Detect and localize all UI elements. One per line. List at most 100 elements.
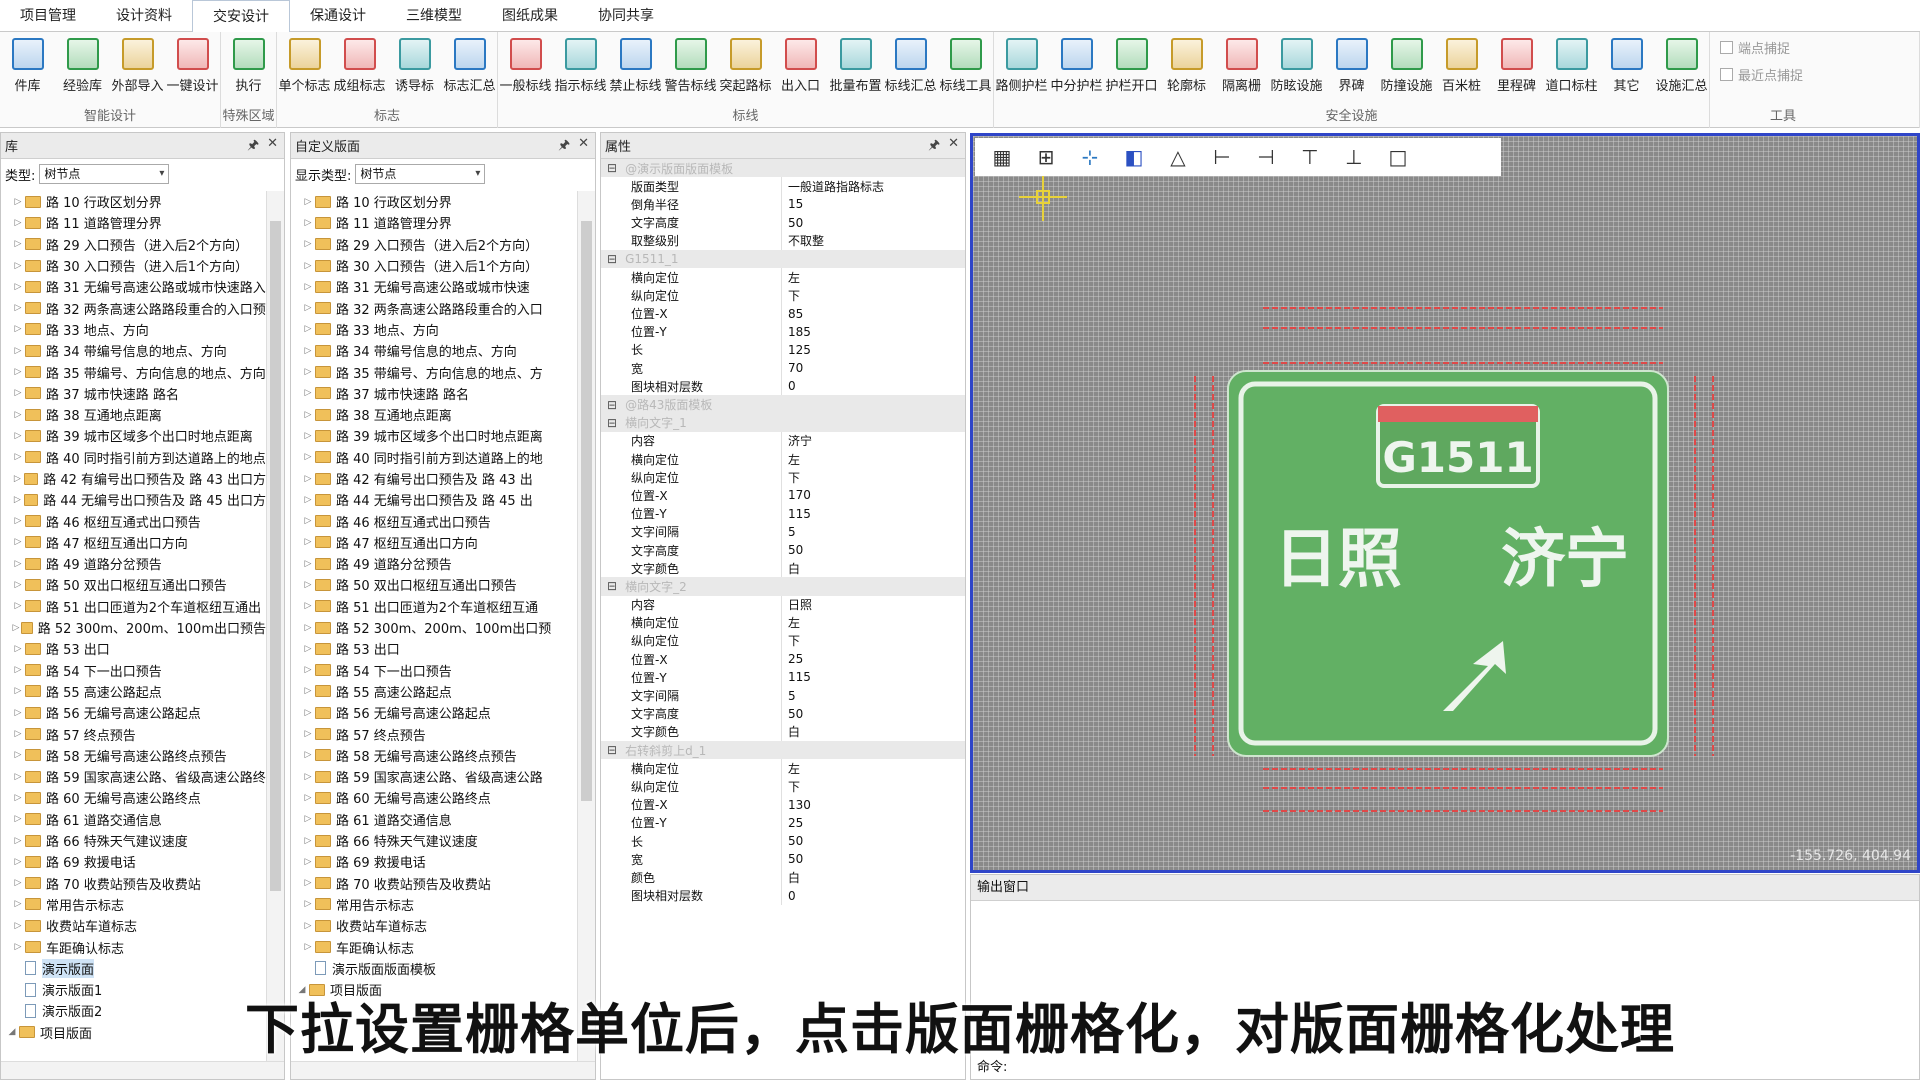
ribbon-button[interactable]: 界碑 <box>1324 32 1379 106</box>
tree-item[interactable]: ▷ 路 55 高速公路起点 <box>1 681 266 702</box>
ribbon-button[interactable]: 百米桩 <box>1434 32 1489 106</box>
expand-icon[interactable]: ▷ <box>11 814 25 824</box>
ribbon-button[interactable]: 中分护栏 <box>1049 32 1104 106</box>
property-section[interactable]: ⊟ G1511_1 <box>601 249 965 269</box>
tree-item[interactable]: ▷ 路 44 无编号出口预告及 路 45 出 <box>291 489 577 510</box>
property-row[interactable]: 文字高度 50 <box>601 540 965 560</box>
property-value[interactable]: 不取整 <box>781 231 965 250</box>
expand-icon[interactable]: ▷ <box>301 836 315 846</box>
tree-item[interactable]: ▷ 路 56 无编号高速公路起点 <box>291 702 577 723</box>
tree-item[interactable]: ▷ 路 69 救援电话 <box>1 851 266 872</box>
expand-icon[interactable]: ▷ <box>301 601 315 611</box>
checkbox-box[interactable] <box>1720 41 1733 54</box>
tree-item[interactable]: ▷ 路 38 互通地点距离 <box>1 404 266 425</box>
expand-icon[interactable]: ▷ <box>301 388 315 398</box>
tree-item[interactable]: ▷ 路 55 高速公路起点 <box>291 681 577 702</box>
property-value[interactable]: 下 <box>781 777 965 796</box>
tree-item[interactable]: ▷ 路 47 枢纽互通出口方向 <box>291 532 577 553</box>
property-row[interactable]: 图块相对层数 0 <box>601 377 965 396</box>
ribbon-button[interactable]: 防眩设施 <box>1269 32 1324 106</box>
tree-item[interactable]: ▷ 路 34 带编号信息的地点、方向 <box>1 340 266 361</box>
property-row[interactable]: 长 50 <box>601 831 965 851</box>
expand-icon[interactable]: ▷ <box>301 239 315 249</box>
property-row[interactable]: 文字颜色 白 <box>601 722 965 741</box>
collapse-icon[interactable]: ⊟ <box>607 743 617 757</box>
close-icon[interactable]: ✕ <box>267 136 278 158</box>
ribbon-button[interactable]: 标线汇总 <box>883 32 938 106</box>
collapse-icon[interactable]: ⊟ <box>607 252 617 266</box>
expand-icon[interactable]: ▷ <box>11 623 21 633</box>
close-icon[interactable]: ✕ <box>578 136 589 158</box>
tree-item[interactable]: ▷ 路 32 两条高速公路路段重合的入口 <box>291 297 577 318</box>
property-value[interactable]: 济宁 <box>781 431 965 450</box>
property-value[interactable]: 70 <box>781 359 965 378</box>
expand-icon[interactable]: ▷ <box>301 899 315 909</box>
tree-item[interactable]: ▷ 路 30 入口预告（进入后1个方向） <box>291 255 577 276</box>
tree-item[interactable]: ▷ 路 57 终点预告 <box>291 723 577 744</box>
expand-icon[interactable]: ▷ <box>11 474 24 484</box>
display-type-select[interactable]: 树节点 <box>355 164 486 184</box>
expand-icon[interactable]: ▷ <box>301 197 315 207</box>
property-row[interactable]: 位置-X 25 <box>601 650 965 669</box>
tree-item[interactable]: ▷ 路 42 有编号出口预告及 路 43 出口方 <box>1 468 266 489</box>
frame-icon[interactable]: □ <box>1383 143 1413 171</box>
tree-item[interactable]: ▷ 路 47 枢纽互通出口方向 <box>1 532 266 553</box>
tree-item[interactable]: ▷ 路 56 无编号高速公路起点 <box>1 702 266 723</box>
menu-tab[interactable]: 设计资料 <box>96 0 192 32</box>
vertical-scrollbar[interactable] <box>266 191 284 1061</box>
align-top-icon[interactable]: ⊤ <box>1295 143 1325 171</box>
property-value[interactable]: 50 <box>781 540 965 560</box>
expand-icon[interactable]: ▷ <box>11 431 25 441</box>
snap-checkbox[interactable]: 端点捕捉 <box>1720 38 1820 57</box>
tree-item[interactable]: ▷ 路 33 地点、方向 <box>291 319 577 340</box>
expand-icon[interactable]: ▷ <box>301 750 315 760</box>
property-value[interactable]: 5 <box>781 686 965 705</box>
tree-item[interactable]: ▷ 路 37 城市快速路 路名 <box>291 383 577 404</box>
expand-icon[interactable]: ▷ <box>301 495 315 505</box>
property-section[interactable]: ⊟ @演示版面版面模板 <box>601 159 965 178</box>
collapse-icon[interactable]: ⊟ <box>607 416 617 430</box>
property-value[interactable]: 15 <box>781 195 965 214</box>
expand-icon[interactable]: ▷ <box>11 878 25 888</box>
expand-icon[interactable]: ▷ <box>301 324 315 334</box>
property-row[interactable]: 位置-Y 185 <box>601 322 965 341</box>
checkbox-box[interactable] <box>1720 68 1733 81</box>
expand-icon[interactable]: ▷ <box>11 303 25 313</box>
property-value[interactable]: 125 <box>781 340 965 360</box>
tree-item[interactable]: ▷ 路 29 入口预告（进入后2个方向） <box>291 234 577 255</box>
expand-icon[interactable]: ▷ <box>301 878 315 888</box>
expand-icon[interactable]: ▷ <box>11 665 25 675</box>
expand-icon[interactable]: ▷ <box>11 857 25 867</box>
property-row[interactable]: 纵向定位 下 <box>601 286 965 305</box>
ribbon-button[interactable]: 一般标线 <box>498 32 553 106</box>
expand-icon[interactable]: ▷ <box>11 580 25 590</box>
property-row[interactable]: 文字颜色 白 <box>601 559 965 578</box>
tree-item[interactable]: ▷ 路 29 入口预告（进入后2个方向） <box>1 234 266 255</box>
triangle-icon[interactable]: △ <box>1163 143 1193 171</box>
tree-item[interactable]: ▷ 路 53 出口 <box>1 638 266 659</box>
ribbon-button[interactable]: 隔离栅 <box>1214 32 1269 106</box>
tree-item[interactable]: ▷ 路 32 两条高速公路路段重合的入口预 <box>1 297 266 318</box>
grid-icon[interactable]: ▦ <box>987 143 1017 171</box>
collapse-icon[interactable]: ⊟ <box>607 579 617 593</box>
align-bottom-icon[interactable]: ⊥ <box>1339 143 1369 171</box>
property-section[interactable]: ⊟ @路43版面模板 <box>601 395 965 414</box>
tree-item[interactable]: ▷ 路 34 带编号信息的地点、方向 <box>291 340 577 361</box>
expand-icon[interactable]: ▷ <box>301 537 315 547</box>
tree-item[interactable]: ▷ 路 33 地点、方向 <box>1 319 266 340</box>
ribbon-button[interactable]: 一键设计 <box>165 32 220 106</box>
tree-item[interactable]: ▷ 路 39 城市区域多个出口时地点距离 <box>1 425 266 446</box>
property-row[interactable]: 取整级别 不取整 <box>601 231 965 250</box>
expand-icon[interactable]: ▷ <box>11 708 25 718</box>
tree-item[interactable]: ▷ 路 31 无编号高速公路或城市快速路入 <box>1 276 266 297</box>
expand-icon[interactable]: ▷ <box>11 239 25 249</box>
drawing-canvas[interactable]: G1511 日照 济宁 ▦ ⊞ ⊹ ◧ △ ⊢ ⊣ ⊤ ⊥ □ -155.726… <box>970 133 1920 873</box>
expand-icon[interactable]: ▷ <box>11 218 25 228</box>
ribbon-button[interactable]: 标志汇总 <box>442 32 497 106</box>
ribbon-button[interactable]: 诱导标 <box>387 32 442 106</box>
expand-icon[interactable]: ▷ <box>11 282 25 292</box>
property-value[interactable]: 115 <box>781 668 965 687</box>
ribbon-button[interactable]: 禁止标线 <box>608 32 663 106</box>
ribbon-button[interactable]: 单个标志 <box>277 32 332 106</box>
property-value[interactable]: 5 <box>781 522 965 541</box>
